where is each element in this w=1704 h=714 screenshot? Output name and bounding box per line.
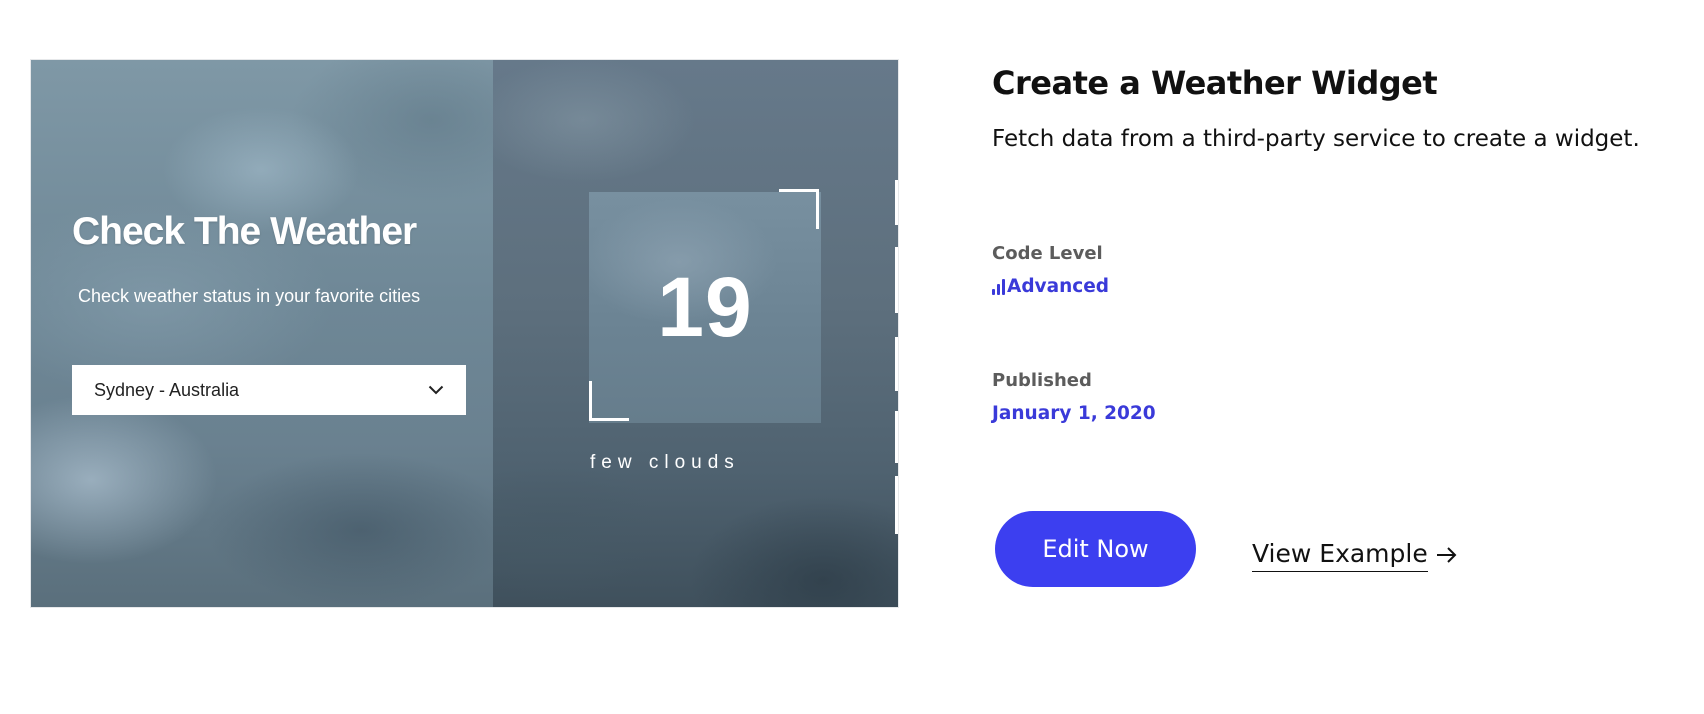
template-card: Check The Weather Check weather status i… (0, 0, 1704, 714)
preview-edge-strip (895, 411, 898, 463)
code-level-text: Advanced (1007, 276, 1110, 297)
preview-edge-strip (895, 476, 898, 534)
city-select-value: Sydney - Australia (94, 379, 240, 400)
preview-edge-strip (895, 337, 898, 391)
city-select[interactable]: Sydney - Australia (72, 365, 466, 415)
template-title: Create a Weather Widget (992, 64, 1438, 102)
widget-subtitle: Check weather status in your favorite ci… (78, 286, 421, 306)
widget-title: Check The Weather (72, 210, 417, 253)
published-date: January 1, 2020 (992, 403, 1156, 424)
signal-bars-icon (992, 278, 1005, 295)
code-level-label: Code Level (992, 243, 1103, 264)
published-label: Published (992, 370, 1092, 391)
preview-left-panel (31, 60, 493, 607)
arrow-right-icon (1436, 547, 1457, 563)
template-description: Fetch data from a third-party service to… (992, 126, 1640, 152)
preview-edge-strip (895, 180, 898, 225)
edit-now-button[interactable]: Edit Now (995, 511, 1196, 587)
chevron-down-icon (428, 385, 444, 395)
temperature-value: 19 (657, 260, 753, 354)
template-preview-image[interactable]: Check The Weather Check weather status i… (30, 59, 899, 608)
code-level-value: Advanced (992, 276, 1109, 297)
weather-condition: few clouds (590, 452, 740, 473)
view-example-link[interactable]: View Example (1252, 538, 1458, 572)
view-example-label: View Example (1252, 538, 1428, 572)
preview-edge-strip (895, 247, 898, 313)
